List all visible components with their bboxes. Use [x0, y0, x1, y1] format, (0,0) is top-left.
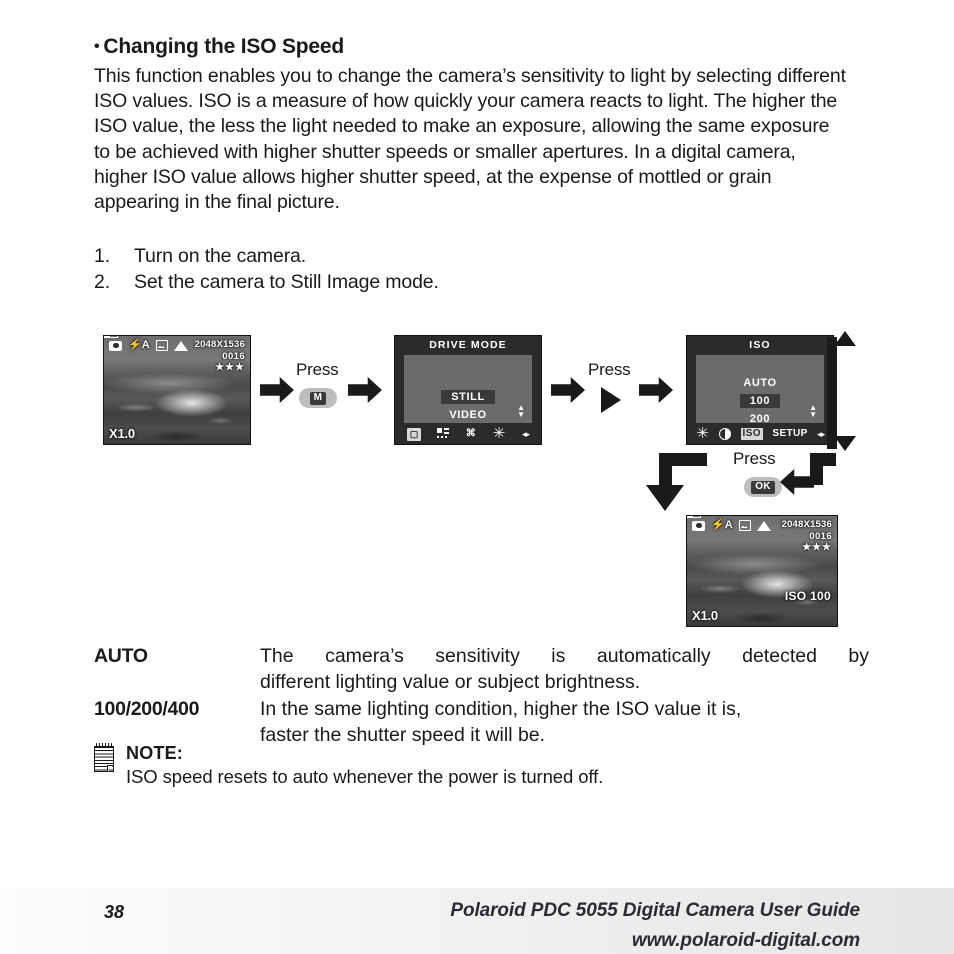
- menu-body: AUTO 100 200 400 ▲▼: [696, 355, 824, 443]
- step-number: 2.: [94, 271, 110, 294]
- lcd-drive-mode-menu: DRIVE MODE STILL VIDEO ▲ ▼ ▢ ⌘ ✳ ◂▸: [394, 335, 542, 445]
- battery-icon: [104, 336, 118, 338]
- osd-resolution: 2048X1536: [781, 519, 832, 530]
- definition-row-auto: AUTO The camera’s sensitivity is automat…: [94, 644, 869, 695]
- flow-arrow-down-large: [646, 485, 684, 511]
- press-label-2: Press: [588, 360, 631, 379]
- osd-top-icon-row: ⚡A: [692, 520, 771, 531]
- menu-body: STILL VIDEO ▲ ▼: [404, 355, 532, 423]
- button-right-arrow[interactable]: [601, 387, 621, 413]
- step-text: Set the camera to Still Image mode.: [134, 271, 439, 294]
- osd-top-icon-row: ⚡A: [109, 340, 188, 351]
- menu-title: DRIVE MODE: [429, 339, 507, 351]
- step-number: 1.: [94, 245, 110, 268]
- left-right-icon: ◂▸: [817, 428, 825, 439]
- drive-mode-icon[interactable]: ▢: [406, 427, 421, 441]
- section-content: • Changing the ISO Speed This function en…: [94, 34, 864, 295]
- flash-auto-icon: ⚡A: [711, 519, 733, 531]
- page-number: 38: [104, 902, 125, 922]
- definition-line: different lighting value or subject brig…: [260, 670, 641, 693]
- press-label-3: Press: [733, 449, 776, 468]
- menu-option-video[interactable]: VIDEO: [439, 408, 496, 422]
- section-paragraph: This function enables you to change the …: [94, 65, 846, 214]
- resolution-icon[interactable]: [436, 428, 450, 440]
- flash-auto-icon: ⚡A: [128, 339, 150, 351]
- bullet-icon: •: [94, 38, 100, 55]
- white-balance-icon: [155, 340, 168, 351]
- exposure-icon[interactable]: ⌘: [466, 428, 476, 440]
- steps-list: 1. Turn on the camera. 2. Set the camera…: [94, 243, 864, 295]
- menu-bottom-bar: ✳ ISO SETUP ◂▸: [687, 424, 833, 444]
- left-right-icon: ◂▸: [521, 428, 530, 439]
- white-balance-icon: [738, 520, 751, 531]
- page-footer: 38 Polaroid PDC 5055 Digital Camera User…: [0, 888, 954, 954]
- contrast-icon[interactable]: [719, 428, 732, 440]
- flow-arrow-up: [834, 331, 856, 346]
- osd-zoom-level: X1.0: [692, 608, 718, 623]
- iso-value-definitions: AUTO The camera’s sensitivity is automat…: [94, 644, 869, 750]
- osd-shot-count: 0016: [222, 351, 245, 362]
- note-block: NOTE: ISO speed resets to auto whenever …: [94, 742, 854, 789]
- lcd-iso-menu: ISO AUTO 100 200 400 ▲▼ ✳ ISO SETUP ◂▸: [686, 335, 834, 445]
- flow-elbow-left-down: [659, 453, 672, 489]
- menu-title: ISO: [749, 339, 771, 351]
- osd-quality-stars: ★★★: [215, 362, 245, 373]
- footer-url[interactable]: www.polaroid-digital.com: [632, 930, 860, 952]
- menu-option-list: STILL VIDEO: [404, 387, 532, 423]
- press-label-1: Press: [296, 360, 339, 379]
- menu-option-still[interactable]: STILL: [441, 390, 495, 404]
- osd-quality-stars: ★★★: [802, 542, 832, 553]
- macro-mountain-icon: [756, 520, 771, 531]
- button-ok-label: OK: [751, 480, 775, 494]
- lcd-result-preview-screen: ⚡A 2048X1536 0016 ★★★ ISO 100 X1.0: [686, 515, 838, 627]
- flow-connector-bar: [827, 337, 837, 449]
- button-mode-label: M: [309, 391, 327, 405]
- updown-scroll-icon: ▲ ▼: [517, 403, 525, 419]
- setup-tab[interactable]: SETUP: [772, 428, 807, 440]
- brightness-icon[interactable]: ✳: [696, 426, 710, 441]
- camera-icon: [109, 340, 122, 351]
- definition-description: The camera’s sensitivity is automaticall…: [260, 644, 869, 695]
- manual-page: • Changing the ISO Speed This function en…: [0, 0, 954, 954]
- note-title: NOTE:: [126, 743, 183, 763]
- updown-scroll-icon: ▲ ▼: [809, 403, 817, 419]
- footer-title: Polaroid PDC 5055 Digital Camera User Gu…: [450, 900, 860, 921]
- flow-arrow-right: [551, 377, 585, 403]
- flow-arrow-right: [639, 377, 673, 403]
- osd-iso-readout: ISO 100: [784, 589, 831, 603]
- procedure-flow-diagram: ⚡A 2048X1536 0016 ★★★ X1.0 Press M DRIVE…: [0, 325, 954, 635]
- definition-description: In the same lighting condition, higher t…: [260, 697, 869, 748]
- button-mode[interactable]: M: [299, 388, 337, 408]
- flow-arrow-down: [834, 436, 856, 451]
- definition-line: The camera’s sensitivity is automaticall…: [260, 645, 869, 667]
- battery-icon: [687, 516, 701, 518]
- list-item: 2. Set the camera to Still Image mode.: [94, 269, 864, 295]
- camera-icon: [692, 520, 705, 531]
- definition-line: In the same lighting condition, higher t…: [260, 698, 742, 720]
- page-title: • Changing the ISO Speed: [94, 34, 864, 60]
- iso-tab[interactable]: ISO: [740, 428, 763, 440]
- menu-bottom-bar: ▢ ⌘ ✳ ◂▸: [395, 424, 541, 444]
- note-text: ISO speed resets to auto whenever the po…: [126, 766, 604, 787]
- list-item: 1. Turn on the camera.: [94, 243, 864, 269]
- menu-option-100[interactable]: 100: [739, 394, 781, 408]
- osd-resolution: 2048X1536: [194, 339, 245, 350]
- menu-option-auto[interactable]: AUTO: [733, 376, 786, 390]
- flow-arrow-left: [780, 469, 814, 495]
- flow-arrow-right: [260, 377, 294, 403]
- osd-shot-count: 0016: [809, 531, 832, 542]
- brightness-icon[interactable]: ✳: [492, 426, 506, 441]
- osd-zoom-level: X1.0: [109, 426, 135, 441]
- step-text: Turn on the camera.: [134, 245, 307, 268]
- note-body: NOTE: ISO speed resets to auto whenever …: [126, 742, 603, 789]
- flow-arrow-right: [348, 377, 382, 403]
- notepad-icon: [94, 743, 114, 772]
- lcd-live-preview-screen: ⚡A 2048X1536 0016 ★★★ X1.0: [103, 335, 251, 445]
- definition-term: 100/200/400: [94, 698, 200, 720]
- definition-term: AUTO: [94, 645, 148, 667]
- button-ok[interactable]: OK: [744, 477, 782, 497]
- macro-mountain-icon: [173, 340, 188, 351]
- definition-row-numeric: 100/200/400 In the same lighting conditi…: [94, 697, 869, 748]
- heading-text: Changing the ISO Speed: [103, 35, 345, 58]
